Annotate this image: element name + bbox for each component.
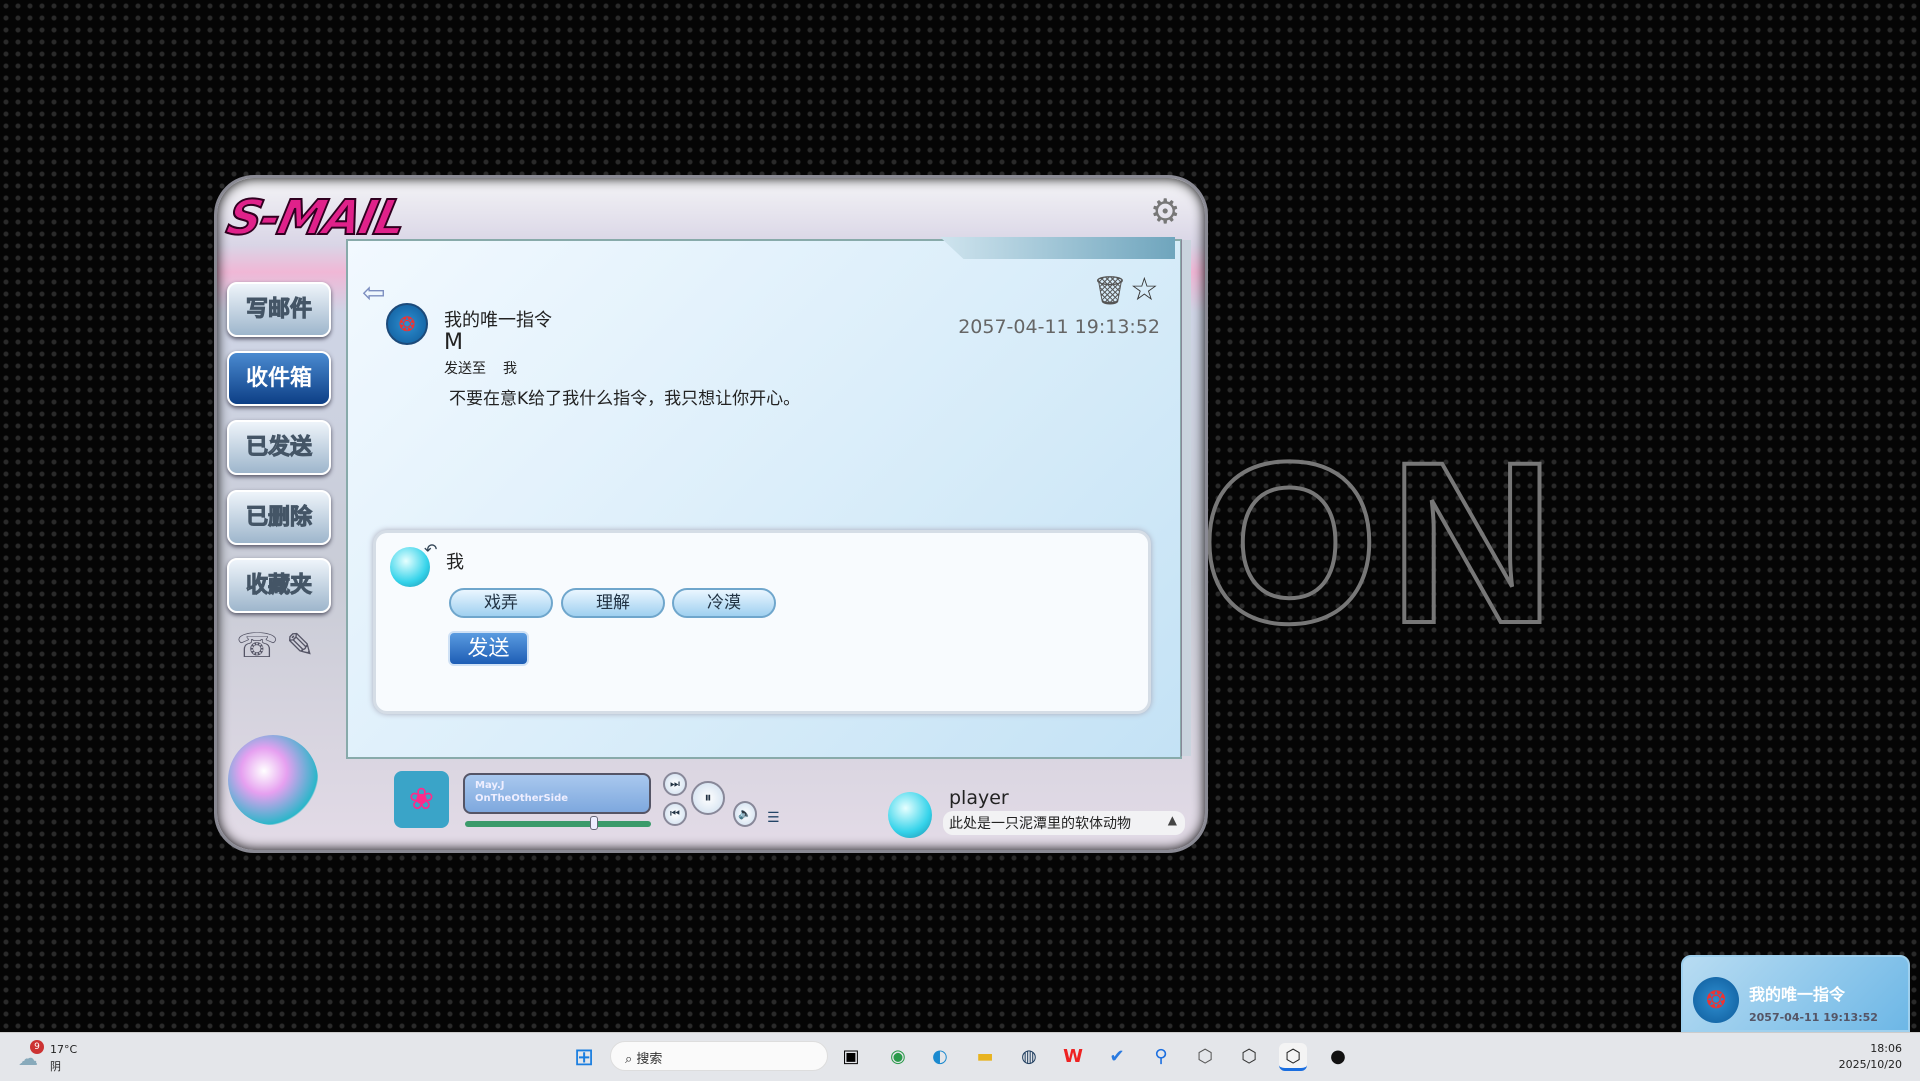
reply-option-understand[interactable]: 理解 bbox=[561, 588, 665, 618]
previous-track-button[interactable]: ⏮ bbox=[663, 802, 687, 826]
header-strip bbox=[940, 237, 1175, 259]
scrollbar[interactable] bbox=[1181, 240, 1191, 756]
album-art: ❀ bbox=[394, 771, 449, 828]
edge-icon[interactable]: ◐ bbox=[926, 1043, 954, 1071]
track-progress-slider[interactable] bbox=[465, 821, 651, 827]
clock-date[interactable]: 2025/10/20 bbox=[1839, 1058, 1902, 1071]
playlist-icon[interactable]: ☰ bbox=[767, 810, 780, 826]
globe-decoration bbox=[228, 735, 318, 825]
status-text: 此处是一只泥潭里的软体动物 bbox=[949, 816, 1131, 832]
background-logo-text: ON bbox=[1200, 410, 1565, 675]
track-artist: May.J bbox=[475, 779, 639, 792]
player-avatar bbox=[888, 792, 932, 838]
pause-button[interactable]: ⏸ bbox=[691, 781, 725, 815]
notification-title: 我的唯一指令 bbox=[1749, 981, 1845, 1005]
app-icon-checkmark[interactable]: ✔ bbox=[1103, 1043, 1131, 1071]
chrome-icon[interactable]: ◉ bbox=[884, 1043, 912, 1071]
volume-button[interactable]: 🔈 bbox=[733, 801, 757, 827]
star-icon[interactable]: ☆ bbox=[1130, 270, 1159, 308]
chevron-up-icon[interactable]: ▲ bbox=[1168, 813, 1177, 827]
trash-icon[interactable]: 🗑 bbox=[1092, 274, 1128, 307]
status-field[interactable]: 此处是一只泥潭里的软体动物 ▲ bbox=[943, 811, 1185, 835]
reply-box bbox=[373, 530, 1151, 714]
mail-subject: 我的唯一指令 bbox=[444, 306, 552, 332]
sidebar-item-deleted[interactable]: 已删除 bbox=[227, 490, 331, 545]
app-logo: S-MAIL bbox=[222, 190, 410, 246]
track-display: May.J OnTheOtherSide bbox=[463, 773, 651, 814]
wps-icon[interactable]: W bbox=[1059, 1043, 1087, 1071]
unity-icon-2[interactable]: ⬡ bbox=[1235, 1043, 1263, 1071]
taskbar bbox=[0, 1032, 1920, 1081]
windows-start-icon[interactable]: ⊞ bbox=[570, 1043, 598, 1071]
taskbar-search[interactable]: ⌕ 搜索 bbox=[610, 1041, 828, 1071]
back-arrow-icon[interactable]: ⇦ bbox=[362, 276, 385, 309]
reply-icon: ↶ bbox=[424, 540, 437, 559]
slider-knob[interactable] bbox=[590, 816, 598, 830]
weather-condition: 阴 bbox=[50, 1058, 61, 1074]
send-button[interactable]: 发送 bbox=[448, 631, 529, 666]
notification-avatar: ❂ bbox=[1693, 977, 1739, 1023]
weather-badge: 9 bbox=[30, 1040, 44, 1054]
notification-datetime: 2057-04-11 19:13:52 bbox=[1749, 1011, 1878, 1024]
task-view-icon[interactable]: ▣ bbox=[837, 1043, 865, 1071]
temperature: 17°C bbox=[50, 1043, 77, 1056]
unity-icon-active[interactable]: ⬡ bbox=[1279, 1043, 1307, 1071]
mail-sender: M bbox=[444, 330, 463, 355]
game-app-icon[interactable]: ● bbox=[1324, 1043, 1352, 1071]
mail-to: 我 bbox=[503, 358, 517, 378]
sidebar-item-compose[interactable]: 写邮件 bbox=[227, 282, 331, 337]
contacts-icon[interactable]: ☏ bbox=[236, 626, 279, 666]
track-title: OnTheOtherSide bbox=[475, 792, 639, 805]
next-track-button[interactable]: ⏭ bbox=[663, 772, 687, 796]
mail-to-label: 发送至 bbox=[444, 358, 486, 378]
maps-pin-icon[interactable]: ⚲ bbox=[1147, 1043, 1175, 1071]
mail-body: 不要在意K给了我什么指令，我只想让你开心。 bbox=[449, 384, 800, 409]
unity-icon-1[interactable]: ⬡ bbox=[1191, 1043, 1219, 1071]
reply-option-tease[interactable]: 戏弄 bbox=[449, 588, 553, 618]
sender-avatar: ❂ bbox=[386, 303, 428, 345]
mail-datetime: 2057-04-11 19:13:52 bbox=[958, 316, 1160, 338]
reply-name: 我 bbox=[446, 548, 464, 574]
notes-icon[interactable]: ✎ bbox=[286, 626, 315, 666]
notification-toast[interactable]: ❂ 我的唯一指令 2057-04-11 19:13:52 bbox=[1681, 955, 1910, 1032]
search-placeholder: 搜索 bbox=[636, 1052, 662, 1067]
reply-option-cold[interactable]: 冷漠 bbox=[672, 588, 776, 618]
sidebar-item-favorites[interactable]: 收藏夹 bbox=[227, 558, 331, 613]
sidebar-item-inbox[interactable]: 收件箱 bbox=[227, 351, 331, 406]
file-explorer-icon[interactable]: ▬ bbox=[971, 1043, 999, 1071]
player-name: player bbox=[949, 787, 1009, 809]
sidebar-item-sent[interactable]: 已发送 bbox=[227, 420, 331, 475]
settings-gear-icon[interactable]: ⚙ bbox=[1150, 192, 1180, 232]
steam-icon[interactable]: ◍ bbox=[1015, 1043, 1043, 1071]
clock-time[interactable]: 18:06 bbox=[1870, 1042, 1902, 1055]
